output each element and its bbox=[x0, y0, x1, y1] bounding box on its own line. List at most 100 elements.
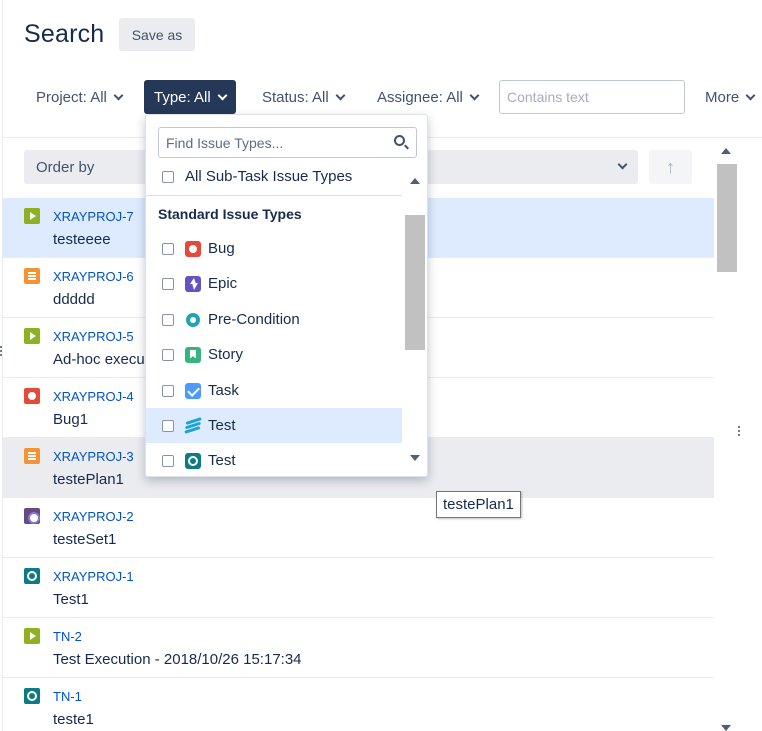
type-option-label: Pre-Condition bbox=[208, 311, 300, 328]
test-execution-icon bbox=[24, 208, 40, 224]
type-option-pre-condition[interactable]: Pre-Condition bbox=[146, 302, 402, 337]
project-filter-label: Project: All bbox=[36, 88, 107, 106]
issue-key[interactable]: XRAYPROJ-4 bbox=[53, 389, 134, 404]
more-filter-label: More bbox=[705, 88, 740, 106]
scroll-up-arrow-icon[interactable] bbox=[721, 148, 731, 154]
test-icon bbox=[185, 452, 201, 469]
issue-summary: testeSet1 bbox=[53, 531, 117, 548]
test-icon bbox=[24, 568, 40, 584]
type-option-label: Story bbox=[208, 346, 244, 363]
epic-icon bbox=[185, 275, 201, 292]
issue-summary: Ad-hoc execu bbox=[53, 351, 145, 368]
more-filter[interactable]: More bbox=[695, 80, 762, 114]
chevron-down-icon bbox=[617, 159, 628, 170]
save-as-button[interactable]: Save as bbox=[119, 18, 195, 51]
issue-summary: testePlan1 bbox=[53, 471, 124, 488]
checkbox[interactable] bbox=[162, 454, 174, 467]
subtask-option[interactable]: All Sub-Task Issue Types bbox=[146, 159, 402, 194]
bug-icon bbox=[185, 240, 201, 257]
chevron-down-icon bbox=[335, 90, 346, 100]
type-option-task[interactable]: Task bbox=[146, 373, 402, 408]
assignee-filter-label: Assignee: All bbox=[377, 88, 463, 106]
test-execution-icon bbox=[24, 328, 40, 344]
issue-row[interactable]: TN-2 Test Execution - 2018/10/26 15:17:3… bbox=[3, 618, 714, 678]
contains-text-input[interactable] bbox=[499, 80, 685, 114]
issue-key[interactable]: XRAYPROJ-3 bbox=[53, 449, 134, 464]
issue-list-scrollbar[interactable] bbox=[714, 140, 738, 731]
chevron-down-icon bbox=[113, 90, 124, 100]
status-filter-label: Status: All bbox=[262, 88, 329, 106]
type-option-test-2[interactable]: Test bbox=[146, 443, 402, 478]
issue-summary: teste1 bbox=[53, 711, 94, 728]
order-by-label: Order by bbox=[36, 158, 95, 176]
issue-summary: ddddd bbox=[53, 291, 95, 308]
checkbox[interactable] bbox=[162, 348, 174, 361]
issue-key[interactable]: XRAYPROJ-7 bbox=[53, 209, 134, 224]
scroll-down-arrow-icon[interactable] bbox=[721, 725, 731, 731]
checkbox[interactable] bbox=[162, 170, 174, 183]
checkbox[interactable] bbox=[162, 277, 174, 290]
type-option-bug[interactable]: Bug bbox=[146, 231, 402, 266]
arrow-up-icon: ↑ bbox=[666, 156, 675, 177]
type-filter[interactable]: Type: All bbox=[144, 80, 236, 114]
issue-summary: Bug1 bbox=[53, 411, 89, 428]
sort-direction-button[interactable]: ↑ bbox=[649, 150, 692, 184]
resize-handle-left[interactable] bbox=[0, 346, 3, 357]
issue-key[interactable]: XRAYPROJ-5 bbox=[53, 329, 134, 344]
test-set-icon bbox=[24, 508, 40, 524]
type-option-label: Test bbox=[208, 417, 236, 434]
issue-key[interactable]: TN-1 bbox=[53, 689, 82, 704]
checkbox[interactable] bbox=[162, 313, 174, 326]
assignee-filter[interactable]: Assignee: All bbox=[367, 80, 488, 114]
page-title: Search bbox=[24, 20, 105, 48]
scroll-down-arrow-icon[interactable] bbox=[410, 455, 420, 461]
type-option-story[interactable]: Story bbox=[146, 337, 402, 372]
issue-summary: Test1 bbox=[53, 591, 89, 608]
type-filter-dropdown: All Sub-Task Issue Types Standard Issue … bbox=[145, 114, 428, 477]
chevron-down-icon bbox=[217, 90, 228, 100]
type-option-label: Bug bbox=[208, 240, 235, 257]
project-filter[interactable]: Project: All bbox=[26, 80, 132, 114]
issue-key[interactable]: TN-2 bbox=[53, 629, 82, 644]
test-plan-icon bbox=[24, 448, 40, 464]
type-option-label: Task bbox=[208, 382, 239, 399]
resize-handle-right[interactable] bbox=[738, 426, 741, 437]
xray-test-icon bbox=[185, 418, 201, 434]
chevron-down-icon bbox=[745, 90, 756, 100]
chevron-down-icon bbox=[469, 90, 480, 100]
status-filter[interactable]: Status: All bbox=[252, 80, 354, 114]
issue-summary: testeeee bbox=[53, 231, 111, 248]
test-icon bbox=[24, 688, 40, 704]
pre-condition-icon bbox=[185, 311, 201, 328]
test-plan-icon bbox=[24, 268, 40, 284]
issue-key[interactable]: XRAYPROJ-6 bbox=[53, 269, 134, 284]
story-icon bbox=[185, 346, 201, 363]
issue-summary: Test Execution - 2018/10/26 15:17:34 bbox=[53, 651, 302, 668]
issue-key[interactable]: XRAYPROJ-2 bbox=[53, 509, 134, 524]
checkbox[interactable] bbox=[162, 419, 174, 432]
find-issue-types-input[interactable] bbox=[158, 127, 417, 158]
issue-row[interactable]: XRAYPROJ-1 Test1 bbox=[3, 558, 714, 618]
scrollbar-thumb[interactable] bbox=[717, 164, 737, 272]
type-option-label: Test bbox=[208, 452, 236, 469]
scrollbar-thumb[interactable] bbox=[405, 215, 425, 350]
subtask-option-label: All Sub-Task Issue Types bbox=[185, 168, 353, 185]
checkbox[interactable] bbox=[162, 242, 174, 255]
dropdown-scrollbar[interactable] bbox=[402, 170, 428, 473]
issue-row[interactable]: XRAYPROJ-2 testeSet1 bbox=[3, 498, 714, 558]
type-filter-label: Type: All bbox=[154, 88, 211, 106]
checkbox[interactable] bbox=[162, 384, 174, 397]
dropdown-divider bbox=[146, 195, 402, 196]
filter-bar: Project: All Type: All Status: All Assig… bbox=[0, 80, 762, 116]
type-option-test[interactable]: Test bbox=[146, 408, 402, 443]
bug-icon bbox=[24, 388, 40, 404]
scroll-up-arrow-icon[interactable] bbox=[410, 178, 420, 184]
type-option-label: Epic bbox=[208, 275, 238, 292]
tooltip: testePlan1 bbox=[436, 491, 521, 518]
type-option-epic[interactable]: Epic bbox=[146, 266, 402, 301]
issue-key[interactable]: XRAYPROJ-1 bbox=[53, 569, 134, 584]
standard-issue-types-heading: Standard Issue Types bbox=[158, 206, 302, 222]
search-icon bbox=[394, 135, 405, 146]
issue-row[interactable]: TN-1 teste1 bbox=[3, 678, 714, 731]
test-execution-icon bbox=[24, 628, 40, 644]
